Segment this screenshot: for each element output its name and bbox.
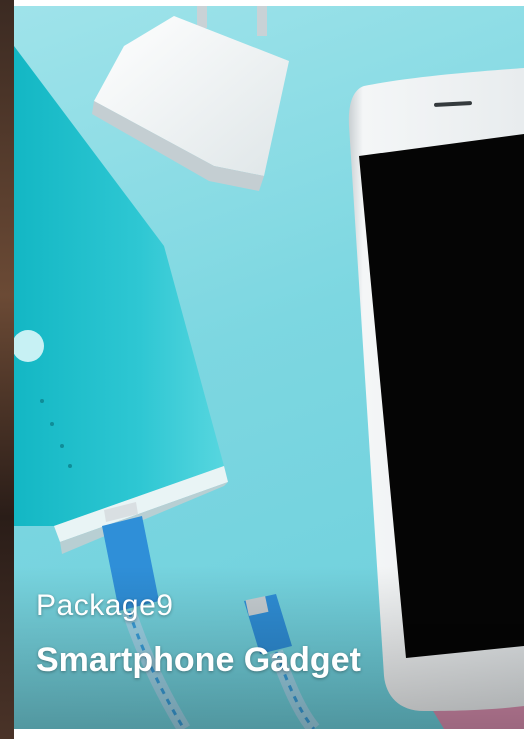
wall-charger-icon bbox=[92, 6, 289, 191]
product-title: Smartphone Gadget bbox=[36, 641, 361, 679]
product-card[interactable]: Package9 Smartphone Gadget bbox=[0, 0, 524, 739]
left-edge-strip bbox=[0, 0, 14, 739]
package-label: Package9 bbox=[36, 589, 174, 622]
